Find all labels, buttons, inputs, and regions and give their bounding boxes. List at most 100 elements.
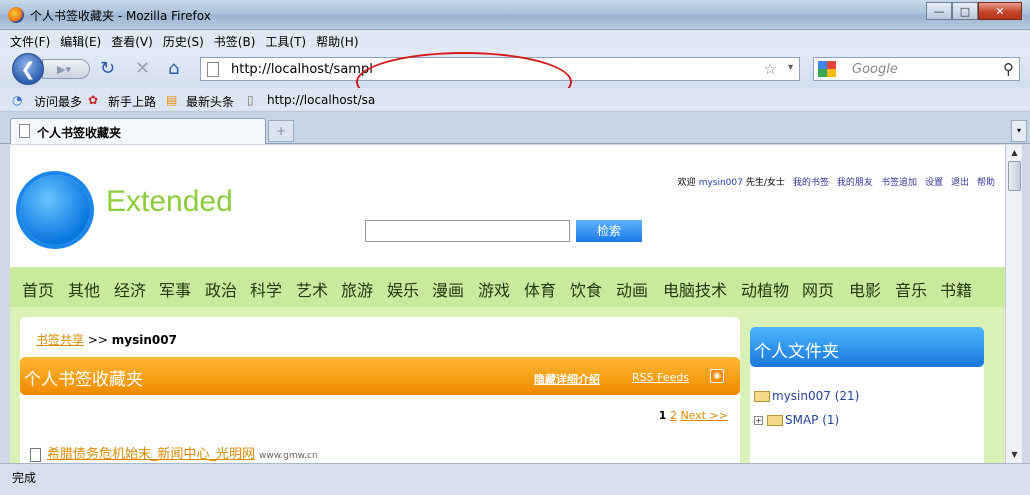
getting-started-icon: ✿ [88,93,99,107]
breadcrumb-user: mysin007 [111,333,177,347]
category-item[interactable]: 科学 [250,277,282,301]
reload-icon[interactable]: ↻ [100,59,115,79]
breadcrumb-separator: >> [87,333,108,347]
category-item[interactable]: 音乐 [895,277,927,301]
folder-icon [767,415,783,426]
minimize-button[interactable]: — [926,2,952,20]
tab-list-button[interactable]: ▾ [1011,120,1027,142]
stop-icon[interactable]: ✕ [135,59,150,79]
category-item[interactable]: 政治 [205,277,237,301]
rss-icon[interactable]: ◉ [710,369,724,383]
url-dropdown-icon[interactable]: ▾ [788,62,793,73]
search-bar[interactable]: Google ⚲ [813,57,1020,81]
category-item[interactable]: 电脑技术 [663,277,727,301]
category-item[interactable]: 饮食 [570,277,602,301]
user-links: 欢迎 mysin007 先生/女士 我的书签 我的朋友 书签追加 设置 退出 帮助 [670,175,995,188]
category-item[interactable]: 游戏 [478,277,510,301]
search-placeholder: Google [852,62,898,77]
section-title: 个人书签收藏夹 [24,370,143,390]
menu-bookmarks[interactable]: 书签(B) [209,30,261,50]
search-icon[interactable]: ⚲ [1003,60,1014,78]
bookmark-most-visited[interactable]: 访问最多 [34,93,82,110]
scroll-thumb[interactable] [1008,161,1021,191]
logo-sun-icon [20,175,90,245]
menu-history[interactable]: 历史(S) [158,30,209,50]
forward-button[interactable]: ▶▾ [42,59,90,79]
menu-bar: 文件(F) 编辑(E) 查看(V) 历史(S) 书签(B) 工具(T) 帮助(H) [0,30,1030,50]
category-item[interactable]: 经济 [114,277,146,301]
category-item[interactable]: 艺术 [296,277,328,301]
category-item[interactable]: 电影 [849,277,881,301]
menu-file[interactable]: 文件(F) [0,30,55,50]
folder-item[interactable]: + SMAP (1) [754,413,839,427]
menu-view[interactable]: 查看(V) [106,30,158,50]
page-current: 1 [658,409,667,422]
section-header: 个人书签收藏夹 隐藏详细介绍 RSS Feeds ◉ [20,357,740,395]
welcome-text: 欢迎 [677,178,696,188]
category-item[interactable]: 书籍 [940,277,972,301]
username: mysin007 [698,178,743,188]
home-icon[interactable]: ⌂ [168,59,179,79]
expand-icon[interactable]: + [754,416,763,425]
tab-bar: 个人书签收藏夹 + ▾ [0,112,1030,144]
category-item[interactable]: 其他 [68,277,100,301]
page-icon [19,124,30,138]
link-my-bookmarks[interactable]: 我的书签 [793,178,829,188]
back-button[interactable]: ❮ [12,53,44,85]
bookmark-localhost[interactable]: http://localhost/sa [267,93,375,107]
menu-edit[interactable]: 编辑(E) [55,30,106,50]
folder-panel-header: 个人文件夹 [750,327,984,367]
rss-feeds-link[interactable]: RSS Feeds [632,371,689,384]
site-search-button[interactable]: 检索 [576,220,642,242]
breadcrumb: 书签共享 >> mysin007 [36,331,177,348]
link-add-bookmark[interactable]: 书签追加 [881,178,917,188]
folder-panel-title: 个人文件夹 [754,342,839,362]
category-item[interactable]: 体育 [524,277,556,301]
folder-item[interactable]: mysin007 (21) [754,389,859,403]
bookmark-latest-headlines[interactable]: 最新头条 [186,93,234,110]
maximize-button[interactable]: □ [952,2,978,20]
next-page-link[interactable]: Next >> [680,409,728,422]
folder-label: mysin007 (21) [772,389,860,403]
google-icon[interactable] [818,61,836,77]
bookmark-domain: www.gmw.cn [259,451,318,461]
close-button[interactable]: ✕ [978,2,1022,20]
bookmark-getting-started[interactable]: 新手上路 [108,93,156,110]
menu-help[interactable]: 帮助(H) [311,30,363,50]
category-item[interactable]: 旅游 [341,277,373,301]
scroll-down-icon[interactable]: ▼ [1006,447,1023,463]
bookmark-star-icon[interactable]: ☆ [764,60,777,78]
category-item[interactable]: 动画 [616,277,648,301]
category-item[interactable]: 首页 [22,277,54,301]
category-item[interactable]: 网页 [802,277,834,301]
most-visited-icon: ◔ [12,93,23,107]
status-text: 完成 [12,471,37,485]
rss-feed-icon: ▤ [166,93,178,107]
bookmarks-toolbar: ◔ 访问最多 ✿ 新手上路 ▤ 最新头条 ▯ http://localhost/… [0,88,1030,112]
scroll-up-icon[interactable]: ▲ [1006,145,1023,161]
category-item[interactable]: 动植物 [741,277,789,301]
page-icon [207,62,219,77]
new-tab-button[interactable]: + [268,120,294,142]
vertical-scrollbar[interactable]: ▲ ▼ [1005,145,1022,463]
category-item[interactable]: 军事 [159,277,191,301]
tab-bookmarks[interactable]: 个人书签收藏夹 [10,118,266,144]
category-item[interactable]: 漫画 [432,277,464,301]
folder-panel: 个人文件夹 mysin007 (21) + SMAP (1) [750,327,984,463]
link-help[interactable]: 帮助 [977,178,995,188]
link-logout[interactable]: 退出 [951,178,969,188]
folder-label: SMAP (1) [785,413,840,427]
link-settings[interactable]: 设置 [925,178,943,188]
window-title: 个人书签收藏夹 - Mozilla Firefox [30,9,211,23]
menu-tools[interactable]: 工具(T) [260,30,311,50]
breadcrumb-link-share[interactable]: 书签共享 [36,333,84,347]
site-logo[interactable]: Extended [106,185,233,219]
page-2-link[interactable]: 2 [670,409,677,422]
category-item[interactable]: 娱乐 [387,277,419,301]
hide-details-link[interactable]: 隐藏详细介绍 [534,371,600,387]
bookmark-panel: 书签共享 >> mysin007 个人书签收藏夹 隐藏详细介绍 RSS Feed… [20,317,740,463]
pagination: 1 2 Next >> [659,409,728,422]
bookmark-link[interactable]: 希腊债务危机始末_新闻中心_光明网 [47,447,255,462]
link-my-friends[interactable]: 我的朋友 [837,178,873,188]
site-search-input[interactable] [365,220,570,242]
